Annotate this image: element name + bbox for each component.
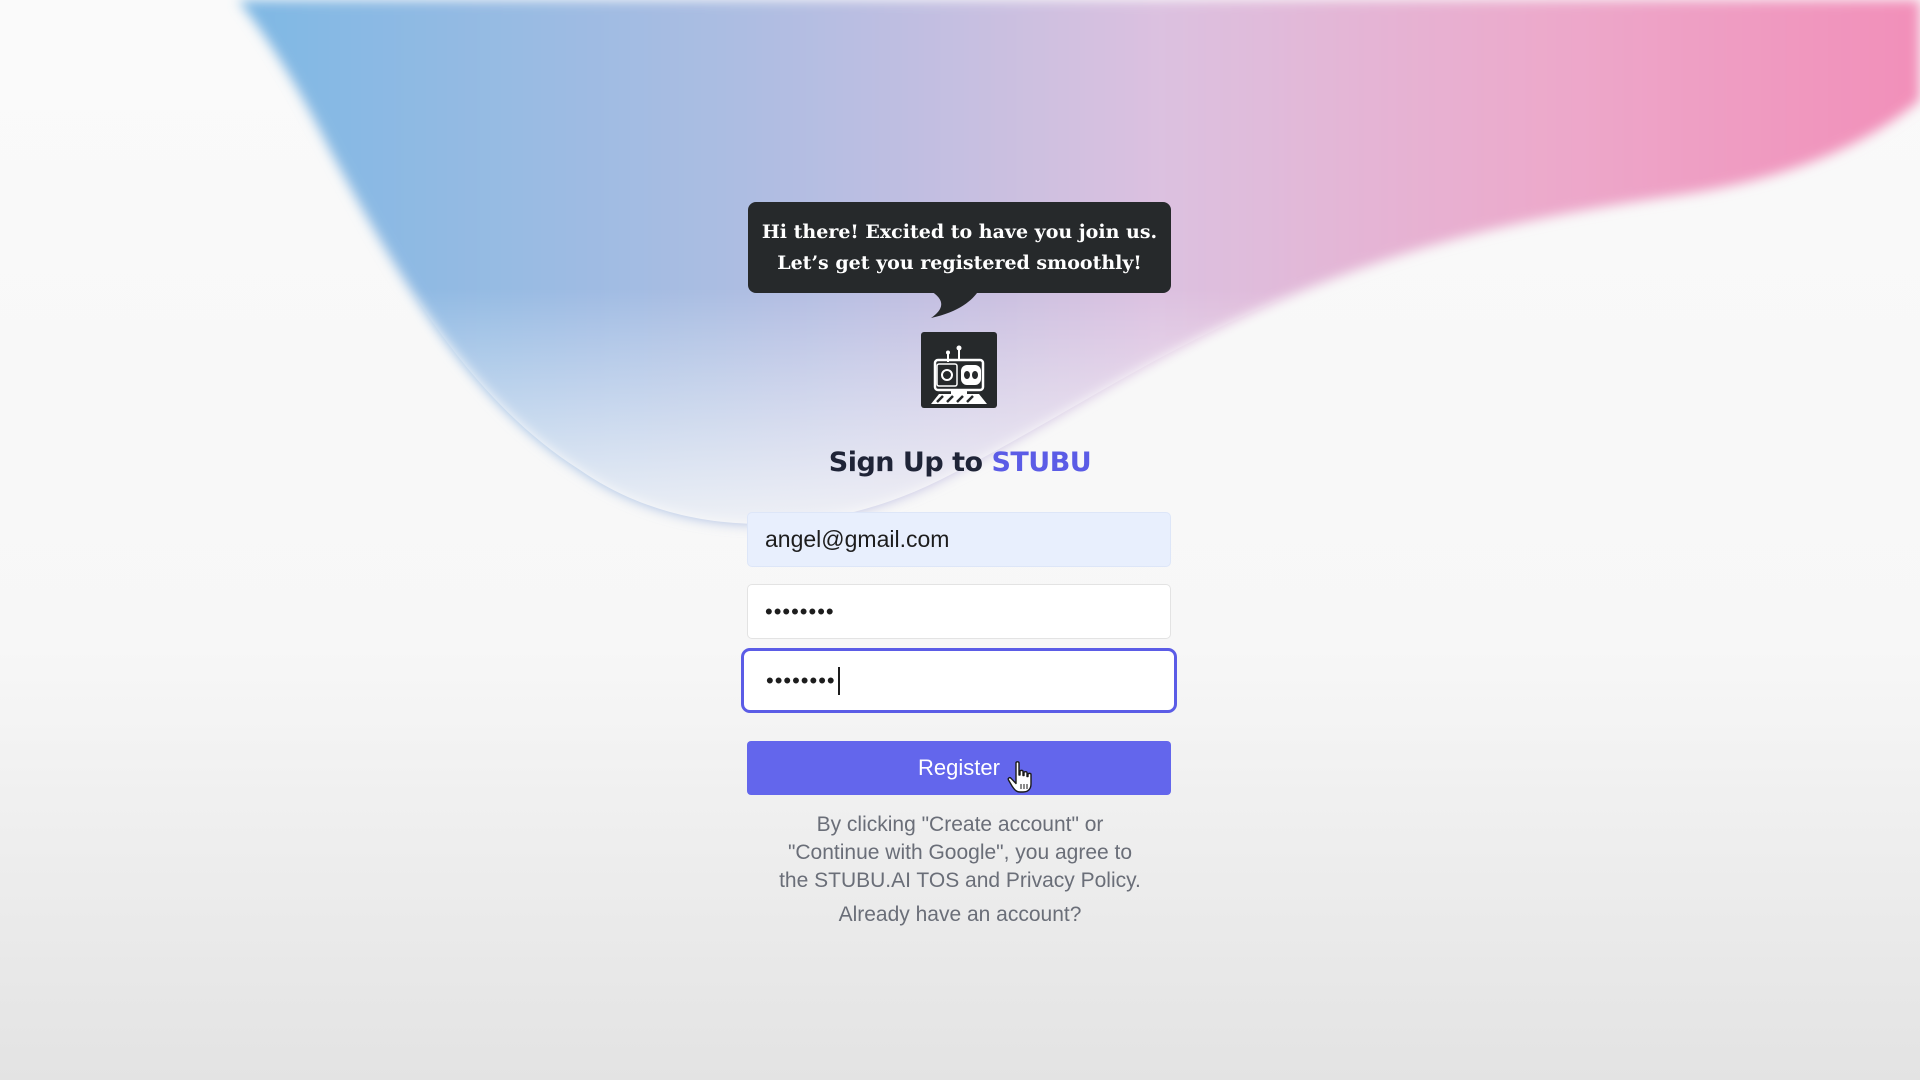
confirm-password-field[interactable]: •••••••• — [741, 648, 1177, 713]
login-link[interactable]: Already have an account? — [760, 903, 1160, 927]
signup-page: Hi there! Excited to have you join us. L… — [0, 0, 1920, 1080]
terms-notice: By clicking "Create account" or "Continu… — [740, 811, 1180, 895]
register-button[interactable]: Register — [747, 741, 1171, 795]
page-title: Sign Up to STUBU — [760, 447, 1160, 478]
welcome-speech-bubble: Hi there! Excited to have you join us. L… — [748, 202, 1171, 293]
register-button-label: Register — [918, 755, 1000, 780]
terms-line-3: the STUBU.AI TOS and Privacy Policy. — [779, 869, 1141, 892]
confirm-password-field-value: •••••••• — [766, 667, 836, 693]
password-field-value: •••••••• — [765, 598, 835, 624]
welcome-line-2: Let’s get you registered smoothly! — [777, 251, 1142, 274]
robot-icon — [931, 345, 987, 404]
text-caret — [837, 666, 840, 695]
terms-line-2: "Continue with Google", you agree to — [787, 841, 1133, 864]
title-brand: STUBU — [991, 447, 1092, 478]
password-field[interactable]: •••••••• — [747, 584, 1171, 639]
title-prefix: Sign Up to — [828, 447, 983, 478]
hand-pointer-cursor-icon — [1007, 761, 1032, 793]
speech-bubble-tail — [929, 290, 979, 318]
stubu-logo — [921, 332, 997, 408]
email-field[interactable]: angel@gmail.com — [747, 512, 1171, 567]
terms-line-1: By clicking "Create account" or — [816, 813, 1104, 836]
email-field-value: angel@gmail.com — [765, 526, 950, 552]
welcome-line-1: Hi there! Excited to have you join us. — [761, 220, 1158, 243]
